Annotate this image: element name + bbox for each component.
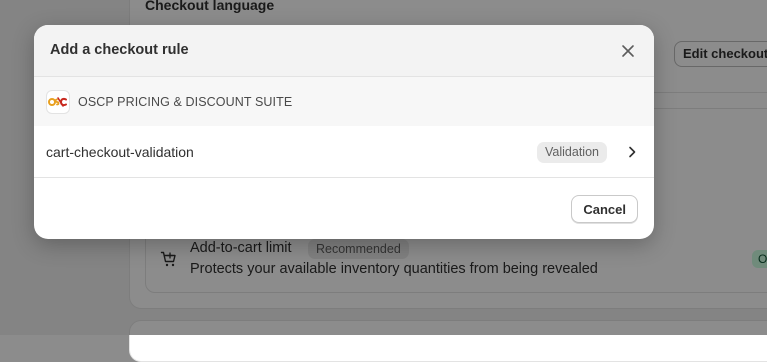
close-button[interactable] bbox=[616, 39, 640, 63]
validation-badge: Validation bbox=[537, 142, 607, 163]
app-name: OSCP PRICING & DISCOUNT SUITE bbox=[78, 95, 293, 109]
rule-name: cart-checkout-validation bbox=[46, 144, 194, 160]
chevron-right-icon bbox=[629, 146, 636, 158]
dialog-header: Add a checkout rule bbox=[34, 25, 654, 77]
dialog-title: Add a checkout rule bbox=[50, 42, 189, 58]
rule-option-cart-checkout-validation[interactable]: cart-checkout-validation Validation bbox=[34, 126, 654, 178]
app-group-header: OSCP PRICING & DISCOUNT SUITE bbox=[34, 77, 654, 126]
oscp-logo-icon bbox=[46, 90, 70, 114]
dialog-footer: Cancel bbox=[34, 178, 654, 239]
add-checkout-rule-dialog: Add a checkout rule OSCP PRICING & DISCO… bbox=[34, 25, 654, 239]
cancel-button[interactable]: Cancel bbox=[571, 195, 638, 223]
close-icon bbox=[622, 45, 634, 57]
